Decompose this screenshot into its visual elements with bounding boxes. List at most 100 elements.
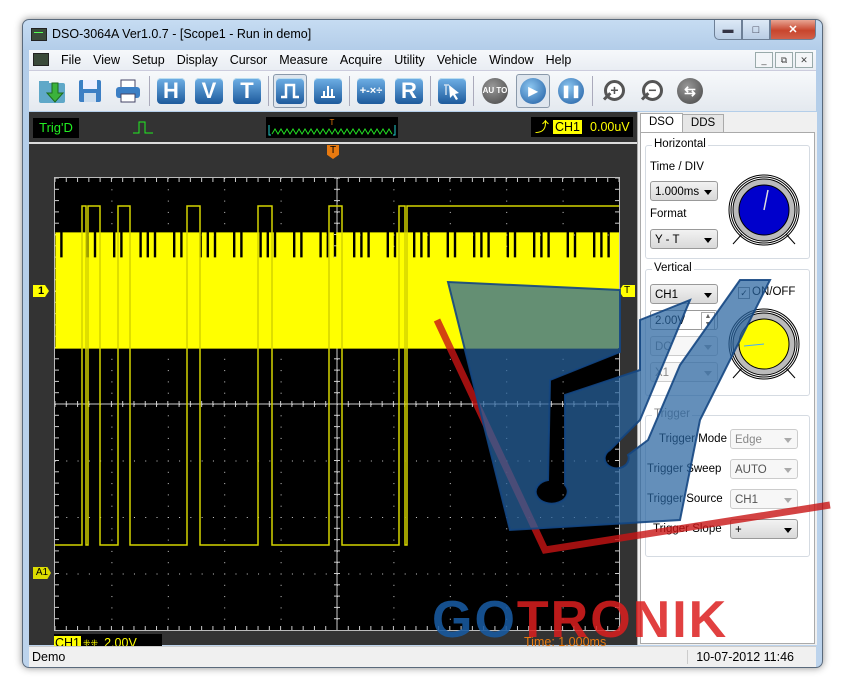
grid-dot — [506, 505, 508, 507]
grid-dot — [517, 517, 519, 518]
grid-dot — [88, 517, 90, 518]
mdi-minimize-button[interactable]: _ — [755, 52, 773, 68]
waveform-mode-button[interactable] — [273, 74, 307, 108]
cursor-icon — [438, 78, 466, 104]
onoff-label: ON/OFF — [752, 286, 796, 298]
menu-measure[interactable]: Measure — [279, 53, 328, 67]
grid-dot — [167, 223, 169, 225]
zoom-out-button[interactable]: − — [635, 75, 669, 107]
tab-dso[interactable]: DSO — [640, 113, 683, 132]
print-button[interactable] — [111, 75, 145, 107]
run-button[interactable]: ▶ — [516, 74, 550, 108]
menu-utility[interactable]: Utility — [394, 53, 425, 67]
auto-button[interactable]: AU TO — [478, 75, 512, 107]
memory-window[interactable]: T — [266, 117, 398, 138]
coupling-select[interactable]: DC — [650, 336, 718, 356]
grid-dot — [449, 539, 451, 541]
maximize-button[interactable]: □ — [742, 20, 770, 40]
grid-dot — [573, 517, 575, 518]
spinner-arrows-icon[interactable]: ▲ ▼ — [701, 312, 715, 330]
trigger-source-select[interactable]: CH1 — [730, 489, 798, 509]
save-button[interactable] — [73, 75, 107, 107]
channel-select[interactable]: CH1 — [650, 284, 718, 304]
grid-dot — [167, 200, 169, 202]
horizontal-button[interactable]: H — [154, 75, 188, 107]
trigger-level-marker[interactable]: T — [619, 285, 635, 297]
volts-knob[interactable] — [726, 308, 802, 384]
timebase-knob[interactable] — [726, 174, 802, 250]
grid-dot — [201, 517, 203, 518]
menu-acquire[interactable]: Acquire — [340, 53, 382, 67]
menu-vehicle[interactable]: Vehicle — [437, 53, 477, 67]
menu-window[interactable]: Window — [489, 53, 533, 67]
grid-dot — [483, 460, 485, 462]
minimize-button[interactable]: ▬ — [714, 20, 742, 40]
document-icon[interactable] — [33, 53, 49, 66]
toolbar-separator — [592, 76, 593, 106]
grid-dot — [393, 189, 395, 191]
grid-dot — [393, 426, 395, 428]
grid-dot — [122, 517, 124, 518]
waveform-screen[interactable] — [54, 177, 620, 631]
trigger-slope-select[interactable]: + — [730, 519, 798, 539]
grid-dot — [212, 517, 214, 518]
grid-dot — [224, 370, 226, 372]
close-button[interactable]: ✕ — [770, 20, 816, 40]
chevron-down-icon — [784, 468, 792, 473]
trigger-mode-select[interactable]: Edge — [730, 429, 798, 449]
mdi-restore-button[interactable]: ⧉ — [775, 52, 793, 68]
trigger-sweep-select[interactable]: AUTO — [730, 459, 798, 479]
menu-help[interactable]: Help — [546, 53, 572, 67]
tab-dds[interactable]: DDS — [681, 114, 725, 133]
pulse-icon — [133, 121, 153, 134]
probe-select[interactable]: X1 — [650, 362, 718, 382]
grid-dot — [224, 573, 226, 575]
grid-dot — [562, 505, 564, 507]
grid-dot — [167, 370, 169, 372]
grid-dot — [472, 460, 474, 462]
grid-dot — [393, 460, 395, 462]
trigger-mode-value: Edge — [735, 434, 762, 446]
grid-dot — [562, 211, 564, 213]
zoom-in-button[interactable]: + — [597, 75, 631, 107]
grid-dot — [528, 460, 530, 462]
menu-display[interactable]: Display — [177, 53, 218, 67]
grid-dot — [393, 505, 395, 507]
menu-view[interactable]: View — [93, 53, 120, 67]
grid-dot — [562, 223, 564, 225]
grid-dot — [111, 539, 113, 541]
volts-value: 2.00V — [655, 315, 686, 327]
time-div-select[interactable]: 1.000ms — [650, 181, 718, 201]
cursor-select-button[interactable] — [435, 75, 469, 107]
grid-dot — [66, 460, 68, 462]
format-select[interactable]: Y - T — [650, 229, 718, 249]
open-button[interactable] — [35, 75, 69, 107]
math-button[interactable]: +-×÷ — [354, 75, 388, 107]
menu-setup[interactable]: Setup — [132, 53, 165, 67]
trigger-button[interactable]: T — [230, 75, 264, 107]
menu-cursor[interactable]: Cursor — [230, 53, 268, 67]
volts-div-spinner[interactable]: 2.00V ▲ ▼ — [650, 310, 718, 330]
fft-mode-button[interactable] — [311, 75, 345, 107]
swap-button[interactable]: ⇆ — [673, 75, 707, 107]
trigger-sweep-value: AUTO — [735, 464, 767, 476]
mdi-close-button[interactable]: ✕ — [795, 52, 813, 68]
grid-dot — [224, 528, 226, 530]
onoff-checkbox[interactable]: ✓ — [738, 287, 750, 299]
grid-dot — [562, 483, 564, 485]
time-div-label: Time / DIV — [650, 161, 704, 173]
vertical-button[interactable]: V — [192, 75, 226, 107]
grid-dot — [427, 517, 429, 518]
grid-dot — [224, 211, 226, 213]
reference-button[interactable]: R — [392, 75, 426, 107]
ref-a1-marker[interactable]: A1 — [33, 567, 51, 579]
trigger-position-marker[interactable]: T — [327, 145, 339, 159]
grid-dot — [100, 573, 102, 575]
ch1-offset-marker[interactable]: 1 — [33, 285, 49, 297]
grid-dot — [540, 517, 542, 518]
grid-dot — [415, 573, 417, 575]
grid-dot — [111, 573, 113, 575]
pause-button[interactable]: ❚❚ — [554, 75, 588, 107]
menu-file[interactable]: File — [61, 53, 81, 67]
grid-dot — [325, 573, 327, 575]
